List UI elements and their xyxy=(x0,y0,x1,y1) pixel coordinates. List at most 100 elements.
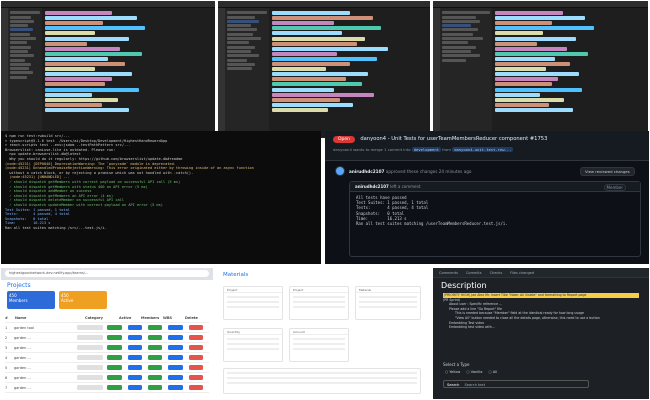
table-row[interactable]: 7 garden ... xyxy=(5,383,209,393)
material-card[interactable]: Project xyxy=(223,286,283,320)
category-select[interactable] xyxy=(76,325,104,330)
table-row[interactable]: 1 garden tool xyxy=(5,323,209,333)
category-select[interactable] xyxy=(76,355,104,360)
row-action-button[interactable] xyxy=(107,385,122,390)
head-branch[interactable]: danyoon4-unit-test-rew... xyxy=(452,147,514,152)
vscode-editor[interactable] xyxy=(42,8,215,138)
radio-option[interactable]: ○ Vanilla xyxy=(466,370,482,374)
row-action-button[interactable] xyxy=(107,375,122,380)
row-action-button[interactable] xyxy=(127,355,143,360)
project-name[interactable]: garden ... xyxy=(14,346,77,350)
materials-title: Materials xyxy=(223,272,249,278)
vscode-activity-bar[interactable] xyxy=(433,8,440,138)
table-row[interactable]: 4 garden ... xyxy=(5,353,209,363)
row-action-button[interactable] xyxy=(168,365,183,370)
material-card[interactable]: Amount xyxy=(289,328,349,362)
row-action-button[interactable] xyxy=(148,375,163,380)
comment-user[interactable]: anirudhdc2107 xyxy=(355,184,389,189)
row-action-button[interactable] xyxy=(168,385,183,390)
row-action-button[interactable] xyxy=(188,325,203,330)
project-name[interactable]: garden ... xyxy=(14,366,77,370)
material-card[interactable]: Quantity xyxy=(223,328,283,362)
row-action-button[interactable] xyxy=(148,355,163,360)
vscode-explorer[interactable] xyxy=(8,8,42,138)
pr-tab[interactable]: Commits xyxy=(466,271,482,275)
description-heading: Description xyxy=(441,281,487,290)
base-branch[interactable]: development xyxy=(411,147,441,152)
row-action-button[interactable] xyxy=(127,375,143,380)
vscode-activity-bar[interactable] xyxy=(1,8,8,138)
table-row[interactable]: 6 garden ... xyxy=(5,373,209,383)
column-header: # xyxy=(5,315,8,320)
row-action-button[interactable] xyxy=(127,365,143,370)
reviewer-avatar[interactable] xyxy=(335,166,345,176)
search-input[interactable]: Search Search text xyxy=(443,380,589,388)
github-pr-page: Open danyoon4 - Unit Tests for userTeamM… xyxy=(325,131,649,264)
row-action-button[interactable] xyxy=(168,345,183,350)
vscode-activity-bar[interactable] xyxy=(218,8,225,138)
pr-tab[interactable]: Comments xyxy=(439,271,458,275)
table-row[interactable]: 2 garden ... xyxy=(5,333,209,343)
web-app-window: highestgoodnetwork-dev.netlify.app/teams… xyxy=(1,268,213,399)
category-select[interactable] xyxy=(76,385,104,390)
table-row[interactable]: 3 garden ... xyxy=(5,343,209,353)
terminal-window[interactable]: $ npm run test:rwbuild src/... > typescri… xyxy=(1,131,321,264)
vscode-explorer[interactable] xyxy=(225,8,269,138)
row-action-button[interactable] xyxy=(188,375,203,380)
stats-cards: 450 Members 450 Active xyxy=(1,291,213,309)
row-action-button[interactable] xyxy=(188,355,203,360)
radio-option[interactable]: ○ Yellow xyxy=(445,370,460,374)
stat-card: 450 Active xyxy=(59,291,107,309)
material-card[interactable]: Project xyxy=(289,286,349,320)
row-action-button[interactable] xyxy=(188,335,203,340)
row-action-button[interactable] xyxy=(148,385,163,390)
project-name[interactable]: garden tool xyxy=(14,326,77,330)
review-user[interactable]: anirudhdc2107 xyxy=(349,169,384,174)
stat-card: 450 Members xyxy=(7,291,55,309)
row-action-button[interactable] xyxy=(188,385,203,390)
radio-option[interactable]: ○ All xyxy=(488,370,497,374)
category-select[interactable] xyxy=(76,335,104,340)
row-action-button[interactable] xyxy=(127,335,143,340)
table-header: # Name Category Active Members WBS Delete xyxy=(5,313,209,323)
material-card[interactable]: Material xyxy=(355,286,421,320)
material-card[interactable] xyxy=(223,368,421,394)
row-action-button[interactable] xyxy=(168,335,183,340)
project-name[interactable]: garden ... xyxy=(14,376,77,380)
vscode-titlebar xyxy=(218,1,430,8)
row-action-button[interactable] xyxy=(168,325,183,330)
view-changes-button[interactable]: View reviewed changes xyxy=(580,167,635,176)
row-number: 4 xyxy=(5,355,8,360)
row-action-button[interactable] xyxy=(127,385,143,390)
vscode-explorer[interactable] xyxy=(440,8,492,138)
row-action-button[interactable] xyxy=(148,345,163,350)
category-select[interactable] xyxy=(76,345,104,350)
address-bar[interactable]: highestgoodnetwork-dev.netlify.app/teams… xyxy=(5,270,209,277)
row-action-button[interactable] xyxy=(188,345,203,350)
row-action-button[interactable] xyxy=(107,325,122,330)
project-name[interactable]: garden ... xyxy=(14,356,77,360)
pr-tab[interactable]: Checks xyxy=(490,271,503,275)
row-action-button[interactable] xyxy=(168,355,183,360)
project-name[interactable]: garden ... xyxy=(14,386,77,390)
row-action-button[interactable] xyxy=(107,345,122,350)
row-action-button[interactable] xyxy=(127,345,143,350)
row-action-button[interactable] xyxy=(107,355,122,360)
pr-subtitle: danyoon4 wants to merge 1 commit into de… xyxy=(333,147,514,152)
row-action-button[interactable] xyxy=(107,335,122,340)
category-select[interactable] xyxy=(76,365,104,370)
row-action-button[interactable] xyxy=(148,365,163,370)
row-action-button[interactable] xyxy=(148,335,163,340)
review-comment-box: anirudhdc2107 left a comment Member All … xyxy=(349,181,641,257)
row-action-button[interactable] xyxy=(127,325,143,330)
category-select[interactable] xyxy=(76,375,104,380)
pr-tab[interactable]: Files changed xyxy=(510,271,534,275)
row-action-button[interactable] xyxy=(148,325,163,330)
vscode-editor[interactable] xyxy=(269,8,430,138)
row-action-button[interactable] xyxy=(107,365,122,370)
row-action-button[interactable] xyxy=(188,365,203,370)
row-action-button[interactable] xyxy=(168,375,183,380)
vscode-editor[interactable] xyxy=(492,8,648,138)
project-name[interactable]: garden ... xyxy=(14,336,77,340)
table-row[interactable]: 5 garden ... xyxy=(5,363,209,373)
